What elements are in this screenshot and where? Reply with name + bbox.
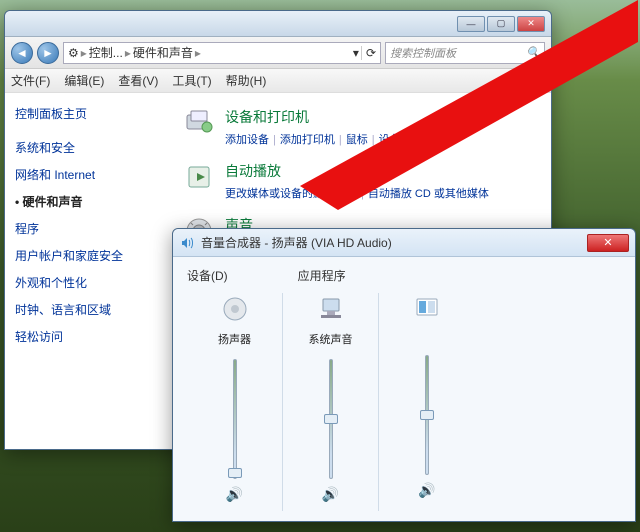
minimize-button[interactable]: —	[457, 16, 485, 32]
mixer-channel: 🔊	[379, 293, 475, 511]
category-links: 添加设备|添加打印机|鼠标|设备管理器	[225, 131, 541, 147]
channel-icon[interactable]	[219, 293, 251, 325]
volume-slider[interactable]	[319, 359, 343, 479]
category-icon	[183, 107, 215, 139]
menu-view[interactable]: 查看(V)	[118, 72, 158, 89]
sidebar-item[interactable]: 时钟、语言和区域	[15, 296, 163, 323]
back-button[interactable]: ◄	[11, 42, 33, 64]
control-panel-titlebar: — ▢ ✕	[5, 11, 551, 37]
mixer-title-text: 音量合成器 - 扬声器 (VIA HD Audio)	[201, 234, 587, 251]
category-link[interactable]: 添加设备	[225, 134, 269, 146]
refresh-button[interactable]: ⟳	[361, 46, 376, 60]
mixer-channel: 系统声音 🔊	[283, 293, 379, 511]
channel-icon[interactable]	[411, 293, 443, 325]
mute-button[interactable]: 🔊	[322, 485, 340, 503]
volume-slider[interactable]	[223, 359, 247, 479]
channel-name	[425, 331, 428, 343]
category-title[interactable]: 设备和打印机	[225, 107, 541, 127]
breadcrumb-sep: ▸	[195, 46, 201, 60]
sidebar-item[interactable]: • 硬件和声音	[15, 188, 163, 215]
category-link[interactable]: 鼠标	[346, 134, 368, 146]
menu-file[interactable]: 文件(F)	[11, 72, 50, 89]
mixer-channel: 扬声器 🔊	[187, 293, 283, 511]
mute-button[interactable]: 🔊	[226, 485, 244, 503]
volume-icon	[179, 235, 195, 251]
volume-slider[interactable]	[415, 355, 439, 475]
category-link[interactable]: 添加打印机	[280, 134, 335, 146]
sidebar-title[interactable]: 控制面板主页	[15, 105, 163, 122]
menu-edit[interactable]: 编辑(E)	[64, 72, 104, 89]
category-icon	[183, 161, 215, 193]
search-placeholder: 搜索控制面板	[390, 45, 456, 61]
control-panel-root-icon: ⚙	[68, 46, 79, 60]
forward-button[interactable]: ►	[37, 42, 59, 64]
channel-icon[interactable]	[315, 293, 347, 325]
close-button[interactable]: ✕	[517, 16, 545, 32]
mixer-header-device: 设备(D)	[187, 267, 228, 284]
sidebar-item[interactable]: 用户帐户和家庭安全	[15, 242, 163, 269]
sidebar-item[interactable]: 系统和安全	[15, 134, 163, 161]
channel-name: 系统声音	[309, 331, 353, 347]
breadcrumb-item[interactable]: 控制...	[89, 44, 123, 61]
category-links: 更改媒体或设备的默认设置|自动播放 CD 或其他媒体	[225, 185, 541, 201]
address-bar: ◄ ► ⚙ ▸ 控制... ▸ 硬件和声音 ▸ ▾ ⟳ 搜索控制面板 🔍	[5, 37, 551, 69]
category: 设备和打印机添加设备|添加打印机|鼠标|设备管理器	[183, 107, 541, 147]
mixer-header-apps: 应用程序	[298, 267, 346, 284]
breadcrumb-sep: ▸	[125, 46, 131, 60]
search-input[interactable]: 搜索控制面板 🔍	[385, 42, 545, 64]
search-icon: 🔍	[526, 46, 540, 59]
breadcrumb-item[interactable]: 硬件和声音	[133, 44, 193, 61]
sidebar-item[interactable]: 外观和个性化	[15, 269, 163, 296]
category-link[interactable]: 更改媒体或设备的默认设置	[225, 188, 357, 200]
mute-button[interactable]: 🔊	[418, 481, 436, 499]
breadcrumb-dropdown-icon[interactable]: ▾	[353, 46, 359, 60]
sidebar-item[interactable]: 网络和 Internet	[15, 161, 163, 188]
breadcrumb[interactable]: ⚙ ▸ 控制... ▸ 硬件和声音 ▸ ▾ ⟳	[63, 42, 381, 64]
sidebar-item[interactable]: 轻松访问	[15, 323, 163, 350]
channel-name: 扬声器	[218, 331, 251, 347]
maximize-button[interactable]: ▢	[487, 16, 515, 32]
category-title[interactable]: 自动播放	[225, 161, 541, 181]
volume-mixer-window: 音量合成器 - 扬声器 (VIA HD Audio) ✕ 设备(D) 应用程序 …	[172, 228, 636, 522]
category-link[interactable]: 自动播放 CD 或其他媒体	[368, 188, 489, 200]
sidebar-item[interactable]: 程序	[15, 215, 163, 242]
sidebar: 控制面板主页 系统和安全网络和 Internet• 硬件和声音程序用户帐户和家庭…	[5, 93, 173, 449]
breadcrumb-sep: ▸	[81, 46, 87, 60]
menu-tools[interactable]: 工具(T)	[172, 72, 211, 89]
menu-help[interactable]: 帮助(H)	[226, 72, 267, 89]
category: 自动播放更改媒体或设备的默认设置|自动播放 CD 或其他媒体	[183, 161, 541, 201]
mixer-titlebar: 音量合成器 - 扬声器 (VIA HD Audio) ✕	[173, 229, 635, 257]
category-link[interactable]: 设备管理器	[379, 134, 434, 146]
mixer-close-button[interactable]: ✕	[587, 234, 629, 252]
menu-bar: 文件(F) 编辑(E) 查看(V) 工具(T) 帮助(H)	[5, 69, 551, 93]
